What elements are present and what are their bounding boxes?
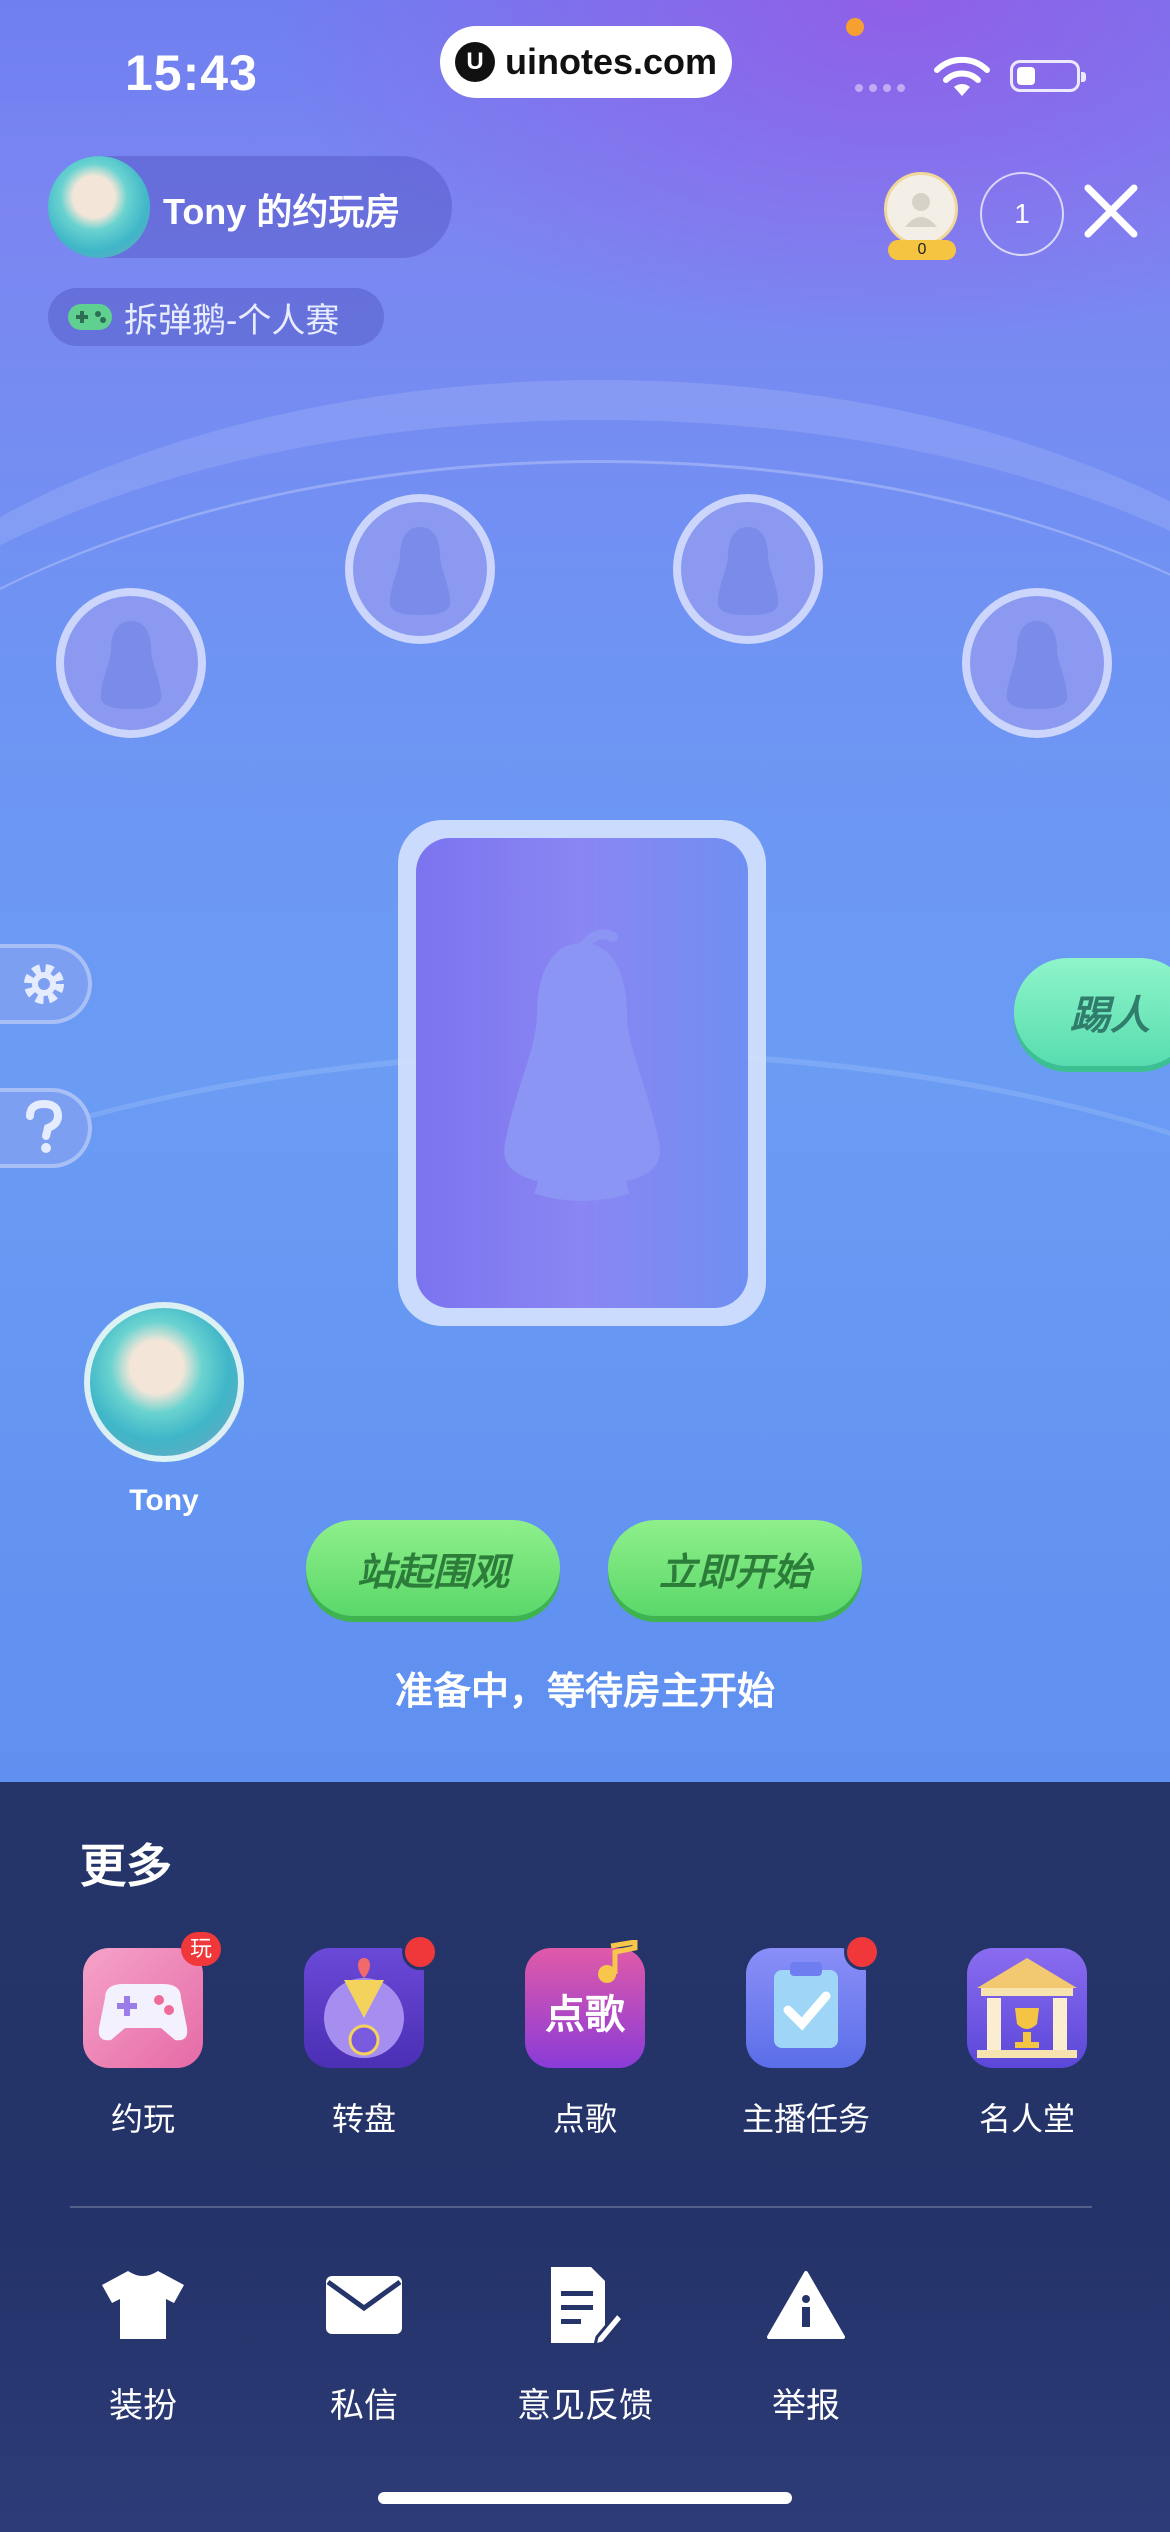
more-panel-title: 更多 <box>80 1840 172 1892</box>
mail-icon <box>319 2260 409 2350</box>
tool-dress-up[interactable]: 装扮 <box>53 2260 233 2427</box>
penguin-placeholder-icon <box>1006 621 1068 709</box>
penguin-placeholder-icon <box>504 929 660 1201</box>
host-avatar[interactable] <box>48 156 150 258</box>
watermark-text: uinotes.com <box>504 41 718 82</box>
feedback-icon <box>540 2260 630 2350</box>
cellular-signal-icon <box>855 84 905 92</box>
app-label: 转盘 <box>331 2101 396 2137</box>
online-count-button[interactable]: 1 <box>980 172 1064 256</box>
app-label: 点歌 <box>552 2101 617 2137</box>
gamepad-icon: 玩 <box>83 1932 221 2068</box>
settings-button[interactable] <box>0 944 92 1024</box>
gamepad-small-icon <box>68 304 112 330</box>
tshirt-icon <box>98 2260 188 2350</box>
app-wheel[interactable]: 转盘 <box>274 1934 454 2140</box>
tool-private-message[interactable]: 私信 <box>274 2260 454 2427</box>
section-divider <box>70 2206 1092 2208</box>
viewer-count-badge: 0 <box>888 240 956 260</box>
tool-report[interactable]: 举报 <box>716 2260 896 2427</box>
wheel-icon <box>304 1934 438 2068</box>
tool-label: 装扮 <box>109 2387 177 2425</box>
empty-seat[interactable] <box>673 494 823 644</box>
game-mode-pill[interactable]: 拆弹鹅-个人赛 <box>48 288 384 346</box>
room-status-text: 准备中，等待房主开始 <box>394 1671 775 1713</box>
warning-icon <box>761 2260 851 2350</box>
empty-seat[interactable] <box>962 588 1112 738</box>
kick-button[interactable]: 踢人 <box>1014 958 1170 1066</box>
room-title: Tony 的约玩房 <box>163 191 401 232</box>
help-button[interactable] <box>0 1088 92 1168</box>
watermark-badge: U uinotes.com <box>440 26 732 98</box>
empty-seat[interactable] <box>56 588 206 738</box>
app-song-request[interactable]: 点歌 点歌 <box>495 1940 675 2140</box>
stand-watch-button[interactable]: 站起围观 <box>306 1520 560 1616</box>
game-mode-label: 拆弹鹅-个人赛 <box>124 301 340 340</box>
close-icon[interactable] <box>1080 180 1142 242</box>
wifi-icon <box>934 56 990 96</box>
song-icon-text: 点歌 <box>545 1993 625 2037</box>
user-placeholder-icon <box>905 193 937 227</box>
center-card-face <box>416 838 748 1308</box>
app-label: 约玩 <box>110 2101 175 2137</box>
watermark-logo-icon: U <box>454 42 495 82</box>
app-label: 名人堂 <box>978 2101 1075 2137</box>
battery-icon <box>1010 60 1086 92</box>
privacy-indicator-dot <box>846 18 864 36</box>
app-hall-of-fame[interactable]: 名人堂 <box>937 1948 1117 2140</box>
viewer-avatar[interactable] <box>884 172 958 246</box>
app-label: 主播任务 <box>741 2101 870 2137</box>
app-host-tasks[interactable]: 主播任务 <box>716 1934 896 2140</box>
song-request-icon: 点歌 <box>525 1940 645 2068</box>
tool-label: 举报 <box>772 2387 840 2425</box>
hall-of-fame-icon <box>967 1948 1087 2068</box>
player-name: Tony <box>129 1484 199 1517</box>
question-icon <box>26 1100 63 1153</box>
tool-feedback[interactable]: 意见反馈 <box>495 2260 675 2427</box>
start-now-button[interactable]: 立即开始 <box>608 1520 862 1616</box>
penguin-placeholder-icon <box>389 527 451 615</box>
penguin-placeholder-icon <box>100 621 162 709</box>
gear-icon <box>24 964 64 1004</box>
home-indicator[interactable] <box>378 2492 792 2504</box>
notification-dot <box>844 1934 880 1970</box>
task-icon <box>746 1934 880 2068</box>
tool-label: 私信 <box>330 2387 398 2425</box>
status-time: 15:43 <box>125 45 258 101</box>
penguin-placeholder-icon <box>717 527 779 615</box>
notification-dot <box>402 1934 438 1970</box>
play-badge: 玩 <box>181 1932 221 1966</box>
player-avatar[interactable] <box>84 1302 244 1462</box>
tool-label: 意见反馈 <box>517 2387 653 2425</box>
empty-seat[interactable] <box>345 494 495 644</box>
app-play-together[interactable]: 玩 约玩 <box>53 1932 233 2140</box>
